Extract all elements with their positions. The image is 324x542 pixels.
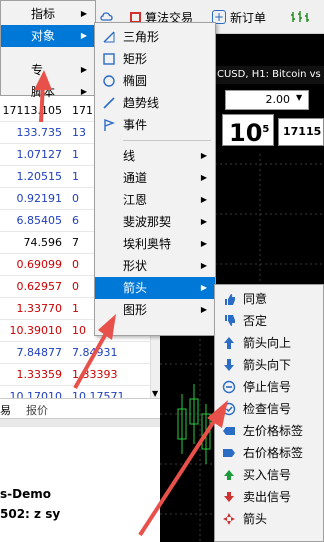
- annotation-arrows: [34, 70, 228, 537]
- annotation-arrow: [34, 70, 52, 123]
- annotation-arrow: [73, 314, 116, 389]
- annotation-arrow: [138, 400, 228, 537]
